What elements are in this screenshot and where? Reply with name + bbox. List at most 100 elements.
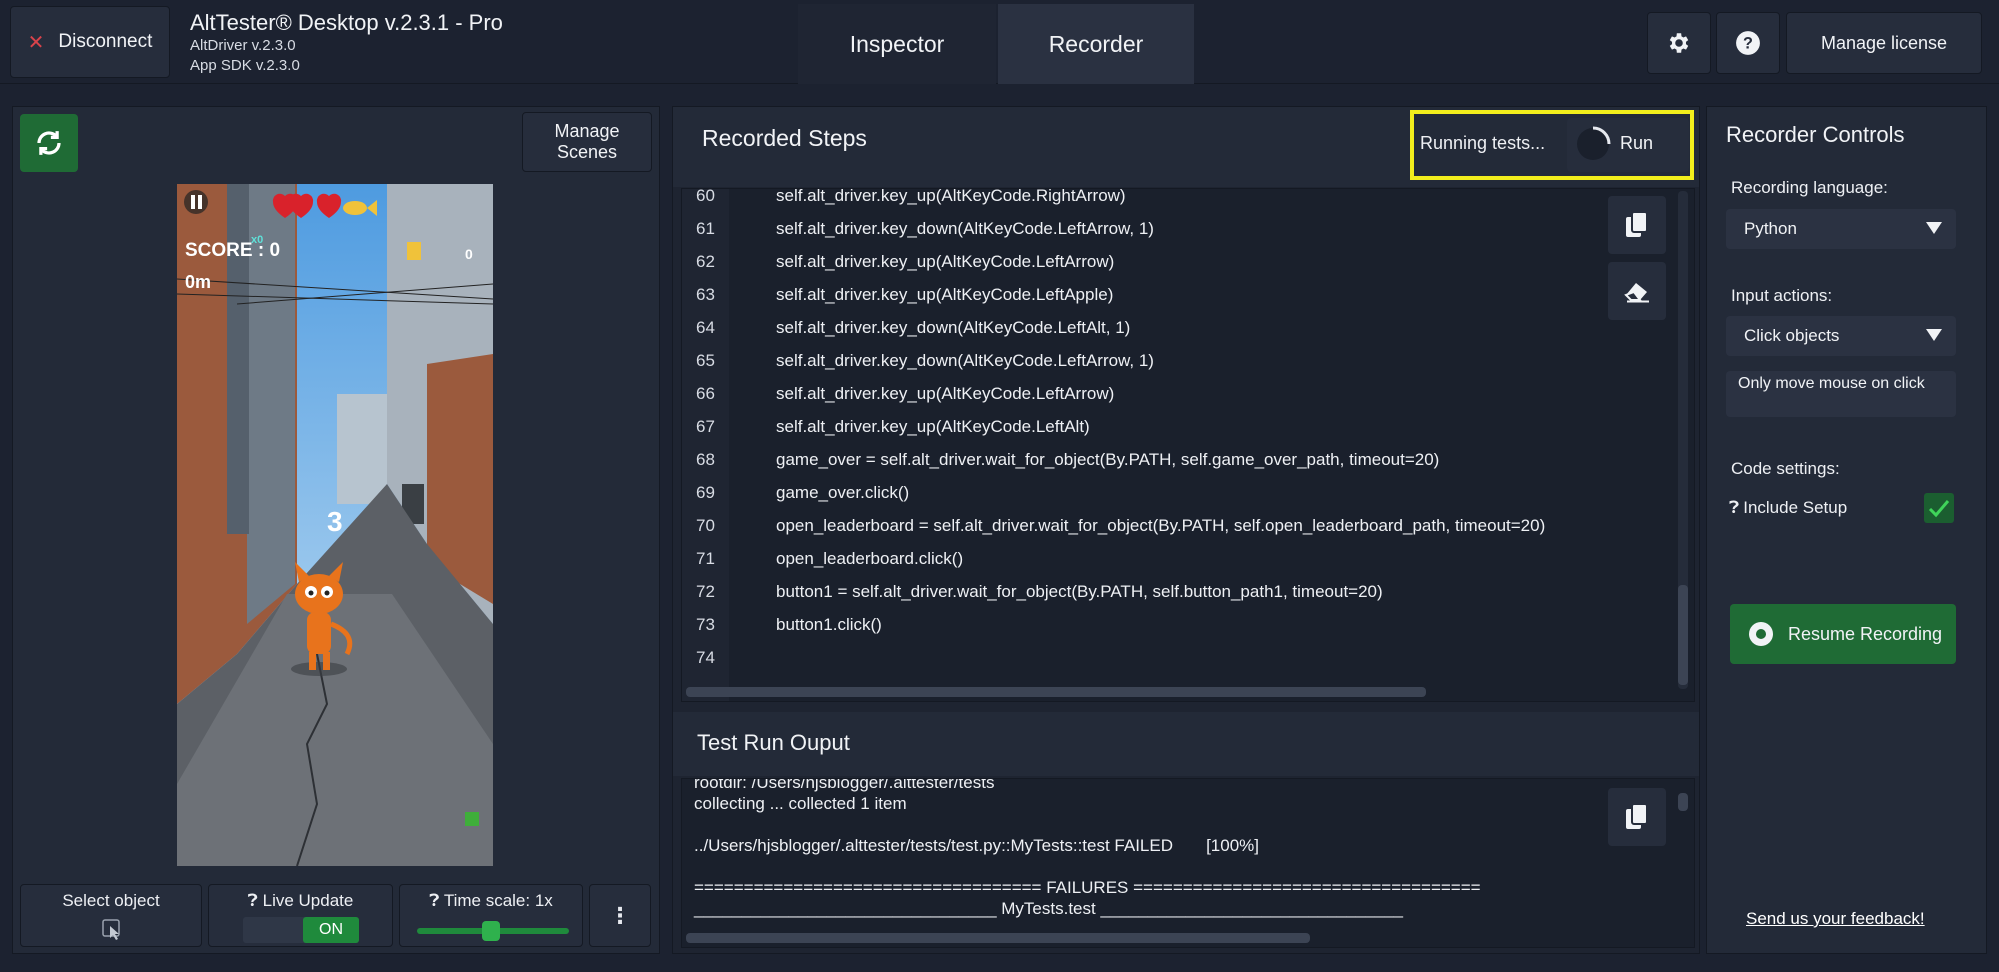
countdown: 3 (327, 506, 343, 537)
score-label: SCORE : 0 (185, 240, 281, 261)
toggle-on-state: ON (303, 917, 359, 943)
code-line: 68 game_over = self.alt_driver.wait_for_o… (682, 443, 1439, 476)
output-vertical-scrollbar[interactable] (1678, 793, 1688, 811)
output-line: =================================== FAIL… (694, 878, 1481, 897)
game-preview[interactable]: SCORE : 0 x0 0m 0 3 (177, 184, 493, 866)
refresh-button[interactable] (20, 114, 78, 172)
gear-icon (1669, 33, 1689, 53)
help-icon[interactable]: ❓︎ (429, 891, 439, 910)
code-line: 64 self.alt_driver.key_down(AltKeyCode.Le… (682, 311, 1130, 344)
tab-recorder-label: Recorder (1048, 30, 1144, 57)
more-options-button[interactable]: ⋮ (589, 884, 651, 947)
checkmark-icon (1928, 500, 1950, 518)
code-text: game_over = self.alt_driver.wait_for_obj… (776, 449, 1440, 469)
code-text: self.alt_driver.key_up(AltKeyCode.LeftAl… (776, 416, 1090, 436)
manage-license-label: Manage license (1820, 32, 1948, 53)
line-number: 70 (696, 515, 715, 535)
tab-inspector[interactable]: Inspector (798, 4, 996, 84)
eraser-icon (1624, 283, 1649, 303)
code-editor[interactable]: 60 self.alt_driver.key_up(AltKeyCode.Righ… (681, 188, 1695, 702)
code-line: 74 (682, 641, 729, 674)
code-text: button1 = self.alt_driver.wait_for_objec… (776, 581, 1383, 601)
settings-button[interactable] (1647, 12, 1711, 74)
recording-language-select[interactable]: Python (1726, 209, 1956, 249)
code-text: button1.click() (776, 614, 882, 634)
include-setup-checkbox[interactable] (1924, 493, 1954, 523)
copy-icon (1626, 211, 1648, 237)
resume-recording-button[interactable]: Resume Recording (1730, 604, 1956, 664)
tab-recorder[interactable]: Recorder (998, 4, 1194, 84)
input-actions-select[interactable]: Click objects (1726, 316, 1956, 356)
code-line: 63 self.alt_driver.key_up(AltKeyCode.Left… (682, 278, 1113, 311)
time-scale-control: ❓︎ Time scale: 1x (399, 884, 583, 947)
question-icon: ? (1736, 31, 1760, 55)
code-line: 61 self.alt_driver.key_down(AltKeyCode.Le… (682, 212, 1154, 245)
time-scale-label: Time scale: 1x (443, 891, 553, 910)
code-text: self.alt_driver.key_up(AltKeyCode.LeftAr… (776, 383, 1115, 403)
code-text: self.alt_driver.key_down(AltKeyCode.Left… (776, 218, 1154, 238)
line-number: 73 (696, 614, 715, 634)
line-number: 65 (696, 350, 715, 370)
output-horizontal-scrollbar[interactable] (686, 933, 1310, 943)
recording-language-value: Python (1744, 219, 1797, 238)
input-actions-label: Input actions: (1731, 286, 1833, 305)
line-number: 67 (696, 416, 715, 436)
line-number: 64 (696, 317, 715, 337)
run-label: Run (1620, 133, 1654, 153)
caret-down-icon (1926, 329, 1942, 341)
line-number: 72 (696, 581, 715, 601)
spinner-icon (1577, 126, 1611, 160)
code-text: game_over.click() (776, 482, 910, 502)
code-line: 73 button1.click() (682, 608, 882, 641)
test-output-title: Test Run Ouput (697, 730, 850, 755)
code-line: 62 self.alt_driver.key_up(AltKeyCode.Left… (682, 245, 1114, 278)
code-line: 65 self.alt_driver.key_down(AltKeyCode.Le… (682, 344, 1154, 377)
live-update-control: ❓︎ Live Update ON (208, 884, 393, 947)
code-line: 70 open_leaderboard = self.alt_driver.wai… (682, 509, 1545, 542)
select-object-control[interactable]: Select object (20, 884, 202, 947)
more-vertical-icon: ⋮ (609, 902, 631, 928)
only-move-mouse-on-click-button[interactable]: Only move mouse on click (1726, 371, 1956, 417)
copy-code-button[interactable] (1608, 196, 1666, 254)
output-line: ________________________________ MyTests… (694, 899, 1404, 918)
running-tests-status: Running tests... (1420, 133, 1546, 153)
code-line: 71 open_leaderboard.click() (682, 542, 963, 575)
code-line: 66 self.alt_driver.key_up(AltKeyCode.Left… (682, 377, 1114, 410)
code-line: 69 game_over.click() (682, 476, 909, 509)
help-button[interactable]: ? (1716, 12, 1780, 74)
clear-code-button[interactable] (1608, 262, 1666, 320)
feedback-link[interactable]: Send us your feedback! (1746, 909, 1925, 929)
code-vertical-scrollbar[interactable] (1678, 585, 1688, 685)
live-update-toggle[interactable]: ON (243, 917, 359, 943)
svg-text:?: ? (1743, 34, 1753, 52)
include-setup-row: ❓︎ Include Setup (1729, 498, 1847, 518)
copy-output-button[interactable] (1608, 788, 1666, 846)
side-count: 0 (465, 246, 473, 262)
help-icon[interactable]: ❓︎ (248, 891, 258, 910)
manage-scenes-button[interactable]: Manage Scenes (522, 112, 652, 172)
recorder-controls-title: Recorder Controls (1726, 122, 1905, 147)
app-title: AltTester® Desktop v.2.3.1 - Pro (190, 10, 503, 35)
record-icon (1749, 622, 1773, 646)
test-output-console[interactable]: rootdir: /Users/hjsblogger/.alttester/te… (681, 778, 1695, 948)
output-line: ../Users/hjsblogger/.alttester/tests/tes… (694, 836, 1259, 855)
code-text: self.alt_driver.key_down(AltKeyCode.Left… (776, 350, 1154, 370)
disconnect-label: Disconnect (58, 31, 153, 52)
caret-down-icon (1926, 222, 1942, 234)
line-number: 68 (696, 449, 715, 469)
recording-language-label: Recording language: (1731, 178, 1888, 197)
input-actions-value: Click objects (1744, 326, 1840, 345)
line-number: 71 (696, 548, 715, 568)
time-scale-slider-handle[interactable] (482, 921, 500, 941)
disconnect-button[interactable]: ✕ Disconnect (10, 6, 170, 78)
code-horizontal-scrollbar[interactable] (686, 687, 1426, 697)
code-line: 72 button1 = self.alt_driver.wait_for_obj… (682, 575, 1383, 608)
resume-recording-label: Resume Recording (1788, 623, 1943, 644)
help-icon[interactable]: ❓︎ (1729, 498, 1739, 518)
copy-icon (1626, 803, 1648, 829)
select-cursor-icon (102, 919, 120, 940)
multiplier-label: x0 (251, 234, 264, 246)
code-line: 60 self.alt_driver.key_up(AltKeyCode.Righ… (682, 189, 1126, 212)
manage-license-button[interactable]: Manage license (1786, 12, 1982, 74)
select-object-label: Select object (62, 891, 160, 910)
